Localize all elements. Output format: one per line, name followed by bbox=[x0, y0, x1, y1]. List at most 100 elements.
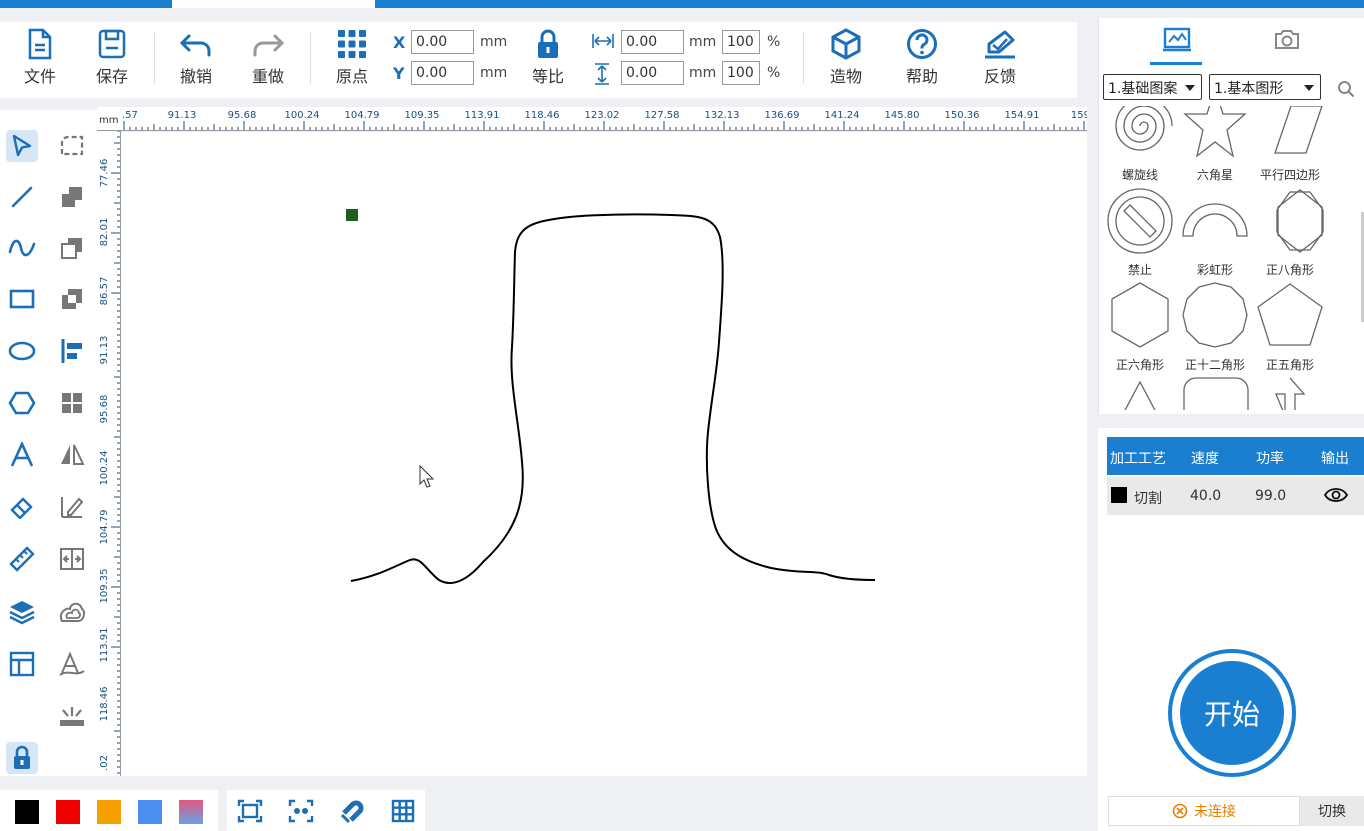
search-icon[interactable] bbox=[1337, 80, 1355, 98]
ruler-label: 104.79 bbox=[99, 510, 110, 545]
start-button[interactable]: 开始 bbox=[1168, 649, 1296, 777]
rounded-rect-shape[interactable] bbox=[1183, 377, 1249, 410]
offset-tool[interactable] bbox=[56, 596, 88, 628]
pentagon-shape[interactable] bbox=[1257, 283, 1323, 346]
text-tool[interactable] bbox=[6, 439, 38, 471]
feedback-button[interactable]: 反馈 bbox=[968, 28, 1032, 87]
line-tool[interactable] bbox=[6, 181, 38, 213]
layer-row[interactable]: 切割 40.0 99.0 bbox=[1107, 477, 1364, 515]
curve-tool[interactable] bbox=[6, 232, 38, 264]
height-input[interactable] bbox=[621, 61, 684, 85]
ruler-label: 127.58 bbox=[645, 110, 680, 121]
ruler-label: 118.46 bbox=[525, 110, 560, 121]
layout-tool[interactable] bbox=[6, 648, 38, 680]
measure-tool[interactable] bbox=[6, 543, 38, 575]
ruler-label: 132.13 bbox=[705, 110, 740, 121]
undo-button[interactable]: 撤销 bbox=[164, 28, 228, 87]
shape-label: 螺旋线 bbox=[1121, 168, 1158, 182]
width-percent-input[interactable] bbox=[722, 30, 760, 54]
rectangle-tool[interactable] bbox=[6, 283, 38, 315]
camera-tab-icon[interactable] bbox=[1273, 27, 1301, 51]
save-button[interactable]: 保存 bbox=[80, 28, 144, 87]
arrow-up-shape[interactable] bbox=[1275, 377, 1306, 410]
lock-canvas-button[interactable] bbox=[6, 742, 38, 774]
undo-label: 撤销 bbox=[179, 67, 212, 86]
x-input[interactable] bbox=[411, 30, 474, 54]
fit-view-icon[interactable] bbox=[237, 799, 263, 823]
ruler-label: 141.24 bbox=[825, 110, 860, 121]
intersect-tool[interactable] bbox=[56, 283, 88, 315]
vectorize-tool[interactable] bbox=[56, 648, 88, 680]
help-icon bbox=[907, 29, 937, 59]
distribute-tool[interactable] bbox=[56, 543, 88, 575]
draw-edit-tool[interactable] bbox=[56, 491, 88, 523]
color-swatch-blue[interactable] bbox=[138, 800, 162, 824]
curve-icon bbox=[8, 239, 36, 257]
magnet-snap-icon[interactable] bbox=[339, 799, 365, 825]
layer-power[interactable]: 99.0 bbox=[1255, 488, 1286, 504]
triangle-shape[interactable] bbox=[1122, 380, 1158, 410]
title-strip bbox=[0, 0, 1364, 8]
header-process: 加工工艺 bbox=[1110, 451, 1166, 467]
mirror-tool[interactable] bbox=[56, 439, 88, 471]
ruler-label: 109.35 bbox=[99, 569, 110, 604]
hexagram-shape[interactable] bbox=[1183, 106, 1247, 158]
file-button[interactable]: 文件 bbox=[8, 28, 72, 87]
color-swatch-black[interactable] bbox=[15, 800, 39, 824]
lock-icon bbox=[538, 29, 558, 58]
y-input[interactable] bbox=[411, 61, 474, 85]
eye-icon[interactable] bbox=[1324, 487, 1348, 503]
rainbow-shape[interactable] bbox=[1182, 203, 1248, 237]
node-edit-tool[interactable] bbox=[56, 130, 88, 162]
ellipse-tool[interactable] bbox=[6, 335, 38, 367]
connection-status[interactable]: 未连接 bbox=[1108, 796, 1300, 826]
color-swatch-gradient[interactable] bbox=[179, 800, 203, 824]
array-tool[interactable] bbox=[56, 387, 88, 419]
laser-tool[interactable] bbox=[56, 700, 88, 732]
hexagon-shape[interactable] bbox=[1111, 282, 1169, 348]
origin-button[interactable]: 原点 bbox=[320, 28, 384, 87]
octagon-shape[interactable] bbox=[1276, 189, 1324, 253]
spiral-shape[interactable] bbox=[1115, 106, 1173, 151]
shape-label: 禁止 bbox=[1127, 263, 1152, 277]
lock-ratio-button[interactable]: 等比 bbox=[516, 28, 580, 87]
union-tool[interactable] bbox=[56, 181, 88, 213]
cube-icon bbox=[831, 28, 861, 60]
redo-label: 重做 bbox=[251, 67, 284, 86]
drawn-path[interactable] bbox=[350, 213, 876, 584]
dodecagon-shape[interactable] bbox=[1182, 282, 1248, 348]
hexagon-icon bbox=[8, 391, 36, 415]
forbidden-shape[interactable] bbox=[1107, 188, 1173, 254]
redo-button[interactable]: 重做 bbox=[236, 28, 300, 87]
subcategory-select[interactable]: 1.基本图形 bbox=[1209, 74, 1321, 100]
subtract-tool[interactable] bbox=[56, 232, 88, 264]
disconnected-icon bbox=[1172, 803, 1188, 819]
grid-toggle-icon[interactable] bbox=[391, 799, 415, 823]
help-button[interactable]: 帮助 bbox=[890, 28, 954, 87]
color-palette bbox=[0, 790, 218, 831]
eraser-tool[interactable] bbox=[6, 491, 38, 523]
layers-tool[interactable] bbox=[6, 596, 38, 628]
origin-marker[interactable] bbox=[346, 209, 358, 221]
active-window-tab[interactable] bbox=[172, 0, 375, 8]
image-library-tab-icon[interactable] bbox=[1162, 26, 1192, 52]
height-icon bbox=[595, 63, 609, 85]
color-swatch-orange[interactable] bbox=[97, 800, 121, 824]
design-canvas[interactable] bbox=[121, 132, 1087, 776]
parallelogram-shape[interactable] bbox=[1274, 106, 1323, 154]
layer-color-swatch[interactable] bbox=[1111, 487, 1127, 503]
shape-label: 正六角形 bbox=[1115, 358, 1164, 372]
create-button[interactable]: 造物 bbox=[814, 28, 878, 87]
ruler-label: 154.91 bbox=[1005, 110, 1040, 121]
align-tool[interactable] bbox=[56, 335, 88, 367]
height-percent-input[interactable] bbox=[722, 61, 760, 85]
switch-button[interactable]: 切换 bbox=[1300, 796, 1364, 826]
width-input[interactable] bbox=[621, 30, 684, 54]
layer-speed[interactable]: 40.0 bbox=[1190, 488, 1221, 504]
polygon-tool[interactable] bbox=[6, 387, 38, 419]
focus-selection-icon[interactable] bbox=[288, 799, 314, 823]
shape-label: 平行四边形 bbox=[1259, 168, 1320, 182]
select-tool[interactable] bbox=[6, 130, 38, 162]
color-swatch-red[interactable] bbox=[56, 800, 80, 824]
category-select[interactable]: 1.基础图案 bbox=[1103, 74, 1202, 100]
